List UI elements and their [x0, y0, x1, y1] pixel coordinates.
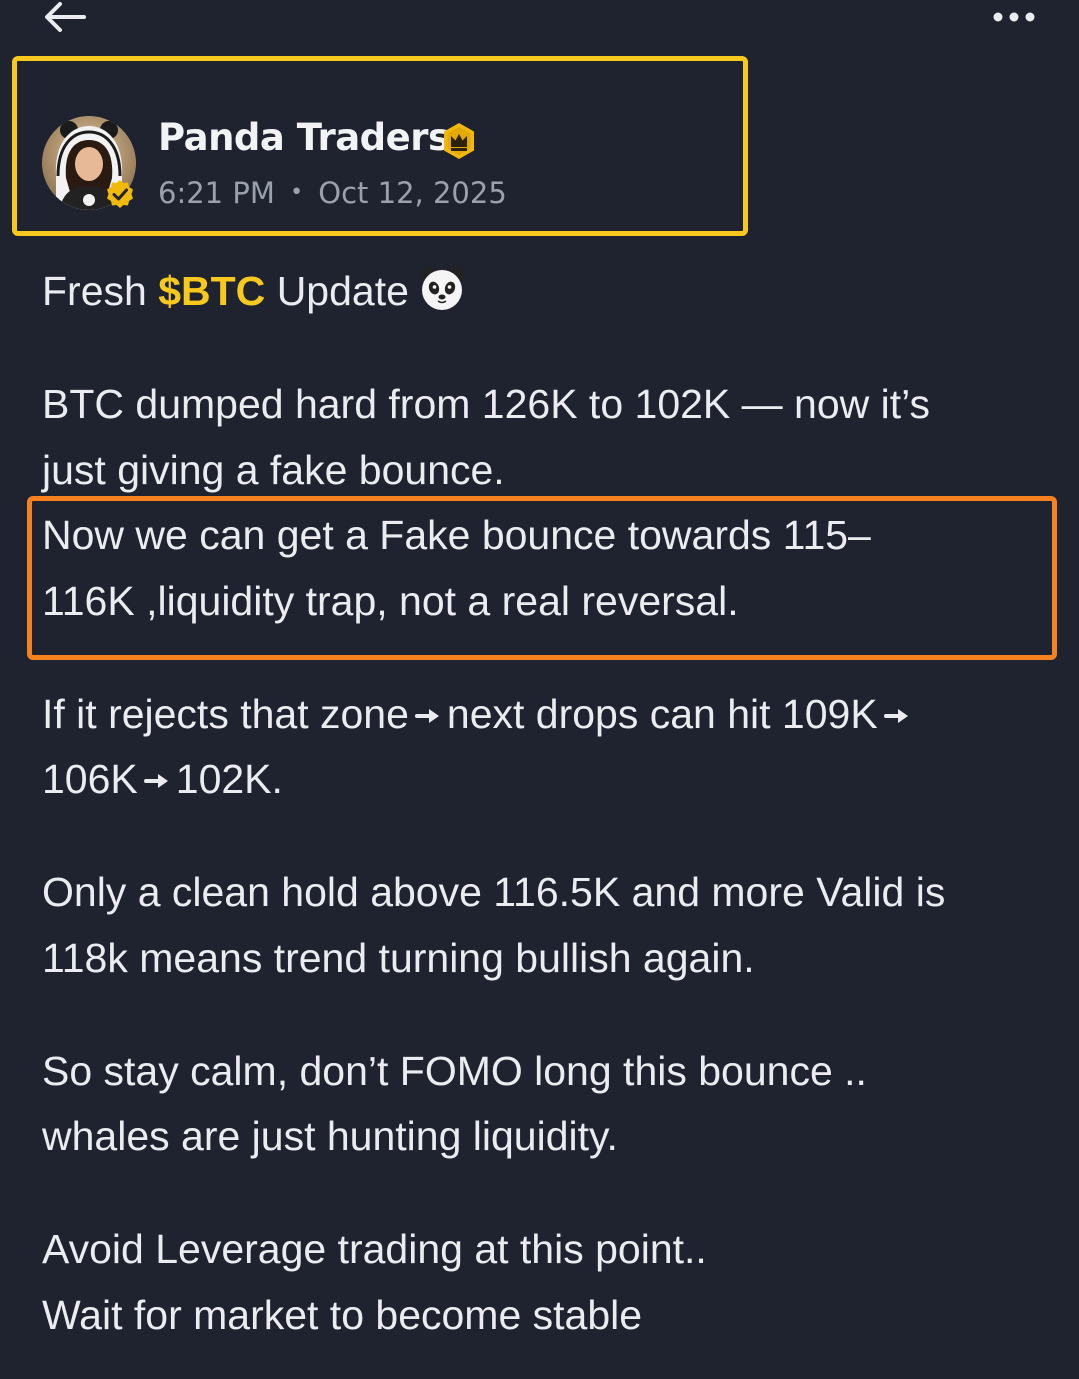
line-segment: If it rejects that zone [42, 691, 409, 737]
title-suffix: Update [276, 268, 409, 314]
post-line: Avoid Leverage trading at this point.. [42, 1226, 707, 1272]
post-line: 106K 102K. [42, 746, 283, 812]
more-options-icon[interactable] [991, 8, 1037, 26]
title-prefix: Fresh [42, 268, 147, 314]
post-time: 6:21 PM [158, 176, 275, 210]
arrow-right-icon [143, 774, 168, 788]
post-date: Oct 12, 2025 [318, 176, 507, 210]
key-point-highlight-box [27, 496, 1057, 660]
post-line: whales are just hunting liquidity. [42, 1113, 618, 1159]
panda-face-icon [419, 266, 464, 310]
arrow-right-icon [414, 709, 439, 723]
crown-icon [444, 123, 474, 159]
post-line: just giving a fake bounce. [42, 447, 505, 493]
separator-dot: • [290, 180, 304, 205]
post-title: Fresh $BTC Update [42, 258, 467, 324]
line-segment: 102K. [175, 756, 283, 802]
post-line: BTC dumped hard from 126K to 102K — now … [42, 381, 931, 427]
arrow-right-icon [883, 709, 908, 723]
post-line: So stay calm, don’t FOMO long this bounc… [42, 1048, 867, 1094]
post-line: Only a clean hold above 116.5K and more … [42, 869, 946, 915]
back-arrow-icon[interactable] [42, 0, 88, 34]
cashtag-btc[interactable]: $BTC [158, 268, 265, 314]
line-segment: next drops can hit 109K [446, 691, 878, 737]
post-line: If it rejects that zone next drops can hi… [42, 681, 916, 747]
verified-check-icon [107, 180, 133, 208]
author-name[interactable]: Panda Traders [158, 116, 450, 159]
post-timestamp: 6:21 PM • Oct 12, 2025 [158, 176, 507, 210]
post-line: Wait for market to become stable [42, 1292, 643, 1338]
line-segment: 106K [42, 756, 138, 802]
post-line: 118k means trend turning bullish again. [42, 935, 755, 981]
